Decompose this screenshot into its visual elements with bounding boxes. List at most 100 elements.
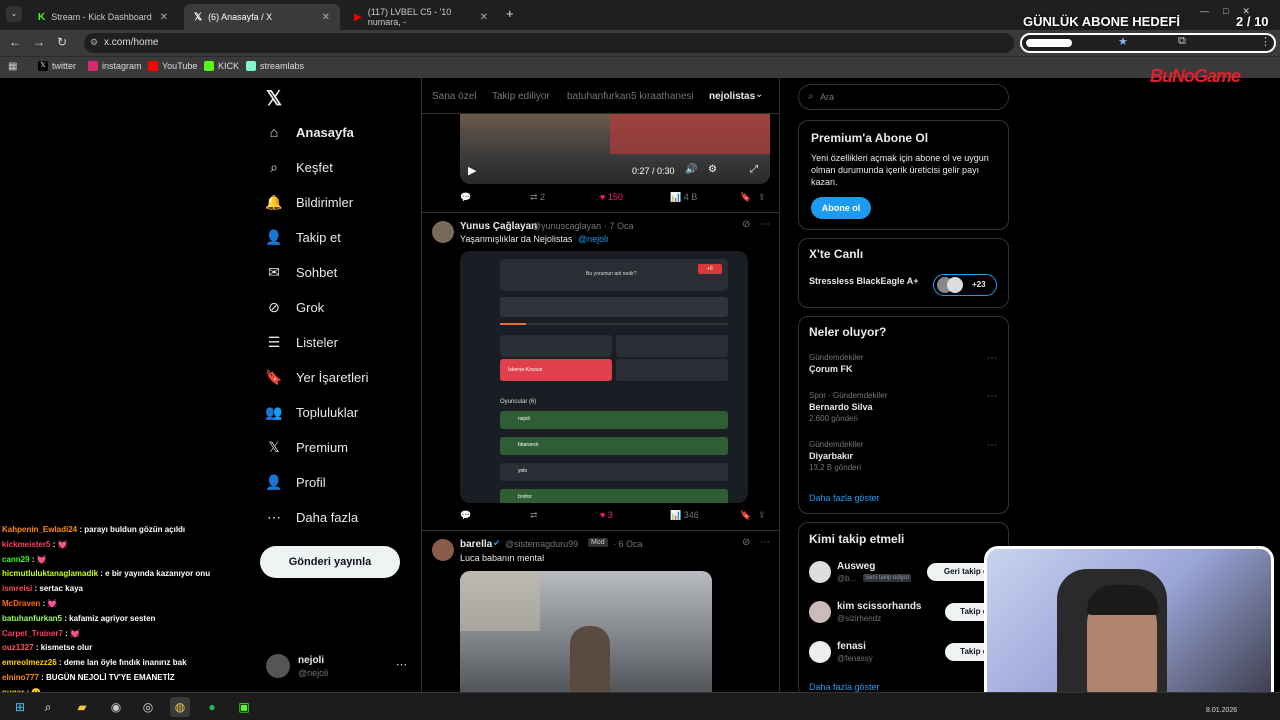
nav-item-bookmark[interactable]: 🔖 Yer İşaretleri — [265, 369, 368, 385]
site-info-icon[interactable]: ⚙ — [90, 37, 98, 48]
bookmark-icon[interactable]: 🔖 — [740, 192, 751, 203]
grok-icon[interactable]: ⊘ — [742, 219, 750, 230]
follow-item[interactable]: Ausweg @b... Seni takip ediyor Geri taki… — [809, 561, 1007, 587]
extensions-area[interactable]: ★ ⧉ ⋮ — [1020, 33, 1276, 53]
back-icon[interactable]: ← — [9, 35, 21, 49]
windows-icon[interactable]: ⊞ — [10, 697, 30, 717]
more-icon[interactable]: ⋯ — [760, 219, 770, 230]
tweet-date[interactable]: · 6 Oca — [613, 539, 643, 549]
browser-tab-x[interactable]: 𝕏 (6) Anasayfa / X ✕ — [184, 4, 340, 30]
follow-show-more[interactable]: Daha fazla göster — [809, 682, 880, 692]
trend-item[interactable]: Gündemdekiler Diyarbakır 13,2 B gönderi … — [809, 440, 999, 480]
volume-icon[interactable]: 🔊 — [685, 164, 697, 175]
folder-icon[interactable]: ▰ — [72, 697, 92, 717]
bookmark-streamlabs[interactable]: streamlabs — [246, 61, 304, 71]
bookmark-icon[interactable]: 🔖 — [740, 510, 751, 521]
bookmark-kick[interactable]: KICK — [204, 61, 239, 71]
forward-icon[interactable]: → — [33, 35, 45, 49]
tweet-barella[interactable]: barella ✔ @sistemagduru99 Mod · 6 Oca ⊘ … — [422, 531, 779, 692]
nav-item-x[interactable]: 𝕏 Premium — [266, 439, 348, 455]
tweet-mention[interactable]: @nejoli — [578, 234, 608, 244]
follow-item[interactable]: fenasi @fenassy Takip et — [809, 641, 1005, 667]
browser-tab-youtube[interactable]: ▶ (117) LVBEL C5 - '10 numara, - ✕ — [344, 4, 498, 30]
tweet-image[interactable]: Bu yorumun adı nedir? +6 İskerse-Kovsun … — [460, 251, 748, 503]
like-button[interactable]: ♥ 3 — [600, 510, 613, 520]
app-icon[interactable]: ◉ — [106, 697, 126, 717]
search-icon[interactable]: ⌕ — [38, 697, 58, 717]
nav-item-grok[interactable]: ⊘ Grok — [266, 299, 324, 315]
new-tab-button[interactable]: + — [506, 6, 514, 21]
menu-icon[interactable]: ⋮ — [1260, 35, 1271, 48]
reply-icon[interactable]: 💬 — [460, 510, 471, 521]
obs-icon[interactable]: ◎ — [138, 697, 158, 717]
nav-item-mail[interactable]: ✉ Sohbet — [266, 264, 337, 280]
nav-item-follow[interactable]: 👤 Takip et — [265, 229, 341, 245]
more-icon[interactable]: ⋯ — [987, 353, 997, 364]
tweet-author[interactable]: barella — [460, 539, 492, 550]
x-logo-icon[interactable]: 𝕏 — [266, 86, 282, 111]
star-icon[interactable]: ★ — [1118, 35, 1128, 48]
fullscreen-icon[interactable]: ⤢ — [750, 164, 758, 175]
more-icon[interactable]: ⋯ — [396, 658, 407, 671]
video-player[interactable]: ▶ 0:27 / 0:30 🔊 ⚙ ⤢ — [460, 114, 770, 184]
close-icon[interactable]: ✕ — [480, 12, 488, 23]
reload-icon[interactable]: ↻ — [57, 35, 67, 49]
bookmark-youtube[interactable]: YouTube — [148, 61, 197, 71]
post-button[interactable]: Gönderi yayınla — [260, 546, 400, 578]
bookmark-twitter[interactable]: 𝕏twitter — [38, 61, 76, 71]
retweet-button[interactable]: ⇄ 2 — [530, 192, 545, 203]
settings-icon[interactable]: ⚙ — [708, 164, 717, 175]
nav-item-home[interactable]: ⌂ Anasayfa — [266, 124, 354, 140]
url-field[interactable]: ⚙ x.com/home — [84, 33, 1014, 53]
trend-item[interactable]: Gündemdekiler Çorum FK ⋯ — [809, 353, 999, 383]
share-icon[interactable]: ⇪ — [758, 192, 766, 203]
tweet-author[interactable]: Yunus Çağlayan — [460, 221, 537, 232]
grok-icon[interactable]: ⊘ — [742, 537, 750, 548]
tab-search-button[interactable]: ⌄ — [6, 6, 22, 22]
tweet-handle[interactable]: @yunuscaglayan — [532, 221, 601, 231]
retweet-icon[interactable]: ⇄ — [530, 510, 538, 521]
bookmark-instagram[interactable]: instagram — [88, 61, 142, 71]
nav-item-list[interactable]: ☰ Listeler — [266, 334, 338, 350]
chrome-icon[interactable]: ◍ — [170, 697, 190, 717]
tweet-video[interactable] — [460, 571, 712, 692]
kick-icon[interactable]: ▣ — [234, 697, 254, 717]
quiz-card: Bu yorumun adı nedir? +6 — [500, 259, 728, 291]
extension-icon[interactable]: ⧉ — [1178, 35, 1186, 48]
share-icon[interactable]: ⇪ — [758, 510, 766, 521]
like-button[interactable]: ♥ 150 — [600, 192, 623, 202]
subscribe-button[interactable]: Abone ol — [811, 197, 871, 219]
play-icon[interactable]: ▶ — [468, 164, 476, 177]
nav-item-profile[interactable]: 👤 Profil — [265, 474, 325, 490]
tweet-date[interactable]: · 7 Oca — [604, 221, 634, 231]
search-input[interactable]: ⌕ Ara — [798, 84, 1009, 110]
apps-icon[interactable]: ▦ — [8, 61, 17, 72]
more-icon[interactable]: ⋯ — [987, 391, 997, 402]
chevron-down-icon[interactable]: ⌄ — [755, 89, 763, 100]
trend-item[interactable]: Spor · Gündemdekiler Bernardo Silva 2.60… — [809, 391, 999, 431]
live-item[interactable]: Stressless BlackEagle A+ — [809, 276, 919, 286]
tab-nejolistas[interactable]: nejolistas — [709, 91, 755, 102]
tab-takip-ediliyor[interactable]: Takip ediliyor — [492, 91, 550, 102]
spotify-icon[interactable]: ● — [202, 697, 222, 717]
nav-item-more[interactable]: ⋯ Daha fazla — [266, 509, 358, 525]
follow-item[interactable]: kim scissorhands @sizirhendz Takip et — [809, 601, 1005, 627]
account-switcher[interactable]: nejoli @nejoli ⋯ — [266, 654, 412, 682]
views-button[interactable]: 📊 4 B — [670, 192, 697, 203]
trends-show-more[interactable]: Daha fazla göster — [809, 493, 880, 503]
tweet-handle[interactable]: @sistemagduru99 — [505, 539, 578, 549]
tweet-yunus[interactable]: Yunus Çağlayan @yunuscaglayan · 7 Oca ⊘ … — [422, 213, 779, 531]
views-button[interactable]: 📊 346 — [670, 510, 699, 521]
reply-icon[interactable]: 💬 — [460, 192, 471, 203]
tab-kiraathanesi[interactable]: batuhanfurkan5 kıraathanesi — [567, 91, 694, 102]
more-icon[interactable]: ⋯ — [987, 440, 997, 451]
live-avatars[interactable]: +23 — [933, 274, 997, 296]
close-icon[interactable]: ✕ — [322, 12, 330, 23]
tab-sana-ozel[interactable]: Sana özel — [432, 91, 476, 102]
nav-item-search[interactable]: ⌕ Keşfet — [266, 159, 333, 175]
more-icon[interactable]: ⋯ — [760, 537, 770, 548]
nav-item-bell[interactable]: 🔔 Bildirimler — [265, 194, 353, 210]
close-icon[interactable]: ✕ — [160, 12, 168, 23]
browser-tab-kick[interactable]: K Stream - Kick Dashboard ✕ — [28, 4, 178, 30]
nav-item-communities[interactable]: 👥 Topluluklar — [265, 404, 358, 420]
